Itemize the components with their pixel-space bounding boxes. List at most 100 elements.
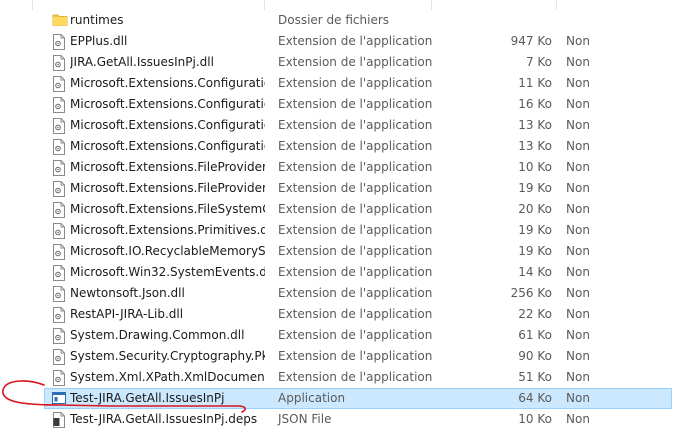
folder-icon [52, 13, 68, 29]
file-size: 947 Ko [510, 34, 552, 48]
file-type: Application [278, 391, 346, 405]
file-size: 20 Ko [518, 202, 552, 216]
file-availability: Non [566, 328, 590, 342]
file-type: Extension de l'application [278, 55, 433, 69]
file-name: Microsoft.Win32.SystemEvents.dll [70, 265, 265, 279]
file-row[interactable]: Newtonsoft.Json.dll Extension de l'applic… [0, 283, 674, 304]
dll-file-icon [52, 202, 66, 218]
file-row[interactable]: Test-JIRA.GetAll.IssuesInPj Application 64… [0, 388, 674, 409]
dll-file-icon [52, 286, 66, 302]
file-size: 22 Ko [518, 307, 552, 321]
file-availability: Non [566, 265, 590, 279]
file-name: System.Drawing.Common.dll [70, 328, 245, 342]
file-name: runtimes [70, 13, 124, 27]
file-availability: Non [566, 412, 590, 426]
file-name: RestAPI-JIRA-Lib.dll [70, 307, 184, 321]
file-availability: Non [566, 181, 590, 195]
file-availability: Non [566, 139, 590, 153]
file-name: JIRA.GetAll.IssuesInPj.dll [70, 55, 214, 69]
file-name: Microsoft.Extensions.FileProviders.... [70, 181, 265, 195]
dll-file-icon [52, 328, 66, 344]
file-row[interactable]: Microsoft.Extensions.FileProviders.... Ex… [0, 157, 674, 178]
file-size: 11 Ko [518, 76, 552, 90]
file-type: Extension de l'application [278, 370, 433, 384]
file-row[interactable]: RestAPI-JIRA-Lib.dll Extension de l'appli… [0, 304, 674, 325]
column-divider [556, 0, 557, 10]
file-availability: Non [566, 307, 590, 321]
application-icon [52, 391, 66, 407]
dll-file-icon [52, 223, 66, 239]
file-list: runtimes Dossier de fichiers EPPlus.dll Ext… [0, 10, 674, 430]
file-name: System.Xml.XPath.XmlDocument.dll [70, 370, 265, 384]
file-availability: Non [566, 244, 590, 258]
file-row[interactable]: Microsoft.Extensions.FileSystemGl... Exte… [0, 199, 674, 220]
file-availability: Non [566, 97, 590, 111]
file-type: Extension de l'application [278, 328, 433, 342]
dll-file-icon [52, 370, 66, 386]
file-size: 19 Ko [518, 223, 552, 237]
file-row[interactable]: EPPlus.dll Extension de l'application 947 … [0, 31, 674, 52]
file-type: Extension de l'application [278, 34, 433, 48]
file-size: 19 Ko [518, 181, 552, 195]
file-availability: Non [566, 286, 590, 300]
file-row[interactable]: System.Drawing.Common.dll Extension de l'… [0, 325, 674, 346]
file-row[interactable]: runtimes Dossier de fichiers [0, 10, 674, 31]
file-availability: Non [566, 370, 590, 384]
file-size: 51 Ko [518, 370, 552, 384]
dll-file-icon [52, 307, 66, 323]
column-header-edge [0, 0, 674, 10]
json-file-icon [52, 412, 66, 428]
dll-file-icon [52, 118, 66, 134]
file-availability: Non [566, 55, 590, 69]
file-availability: Non [566, 202, 590, 216]
file-row[interactable]: System.Security.Cryptography.Pkc... Exten… [0, 346, 674, 367]
file-type: Extension de l'application [278, 349, 433, 363]
file-row[interactable]: System.Xml.XPath.XmlDocument.dll Extensio… [0, 367, 674, 388]
file-availability: Non [566, 349, 590, 363]
file-size: 10 Ko [518, 160, 552, 174]
file-type: Extension de l'application [278, 202, 433, 216]
file-row[interactable]: Microsoft.Extensions.FileProviders.... Ex… [0, 178, 674, 199]
file-type: Extension de l'application [278, 181, 433, 195]
file-size: 64 Ko [518, 391, 552, 405]
dll-file-icon [52, 97, 66, 113]
file-type: Extension de l'application [278, 118, 433, 132]
file-type: Extension de l'application [278, 76, 433, 90]
column-divider [431, 0, 432, 10]
file-row[interactable]: Microsoft.Win32.SystemEvents.dll Extensio… [0, 262, 674, 283]
file-name: Test-JIRA.GetAll.IssuesInPj.deps [70, 412, 258, 426]
dll-file-icon [52, 160, 66, 176]
dll-file-icon [52, 76, 66, 92]
dll-file-icon [52, 349, 66, 365]
file-type: Extension de l'application [278, 223, 433, 237]
file-row[interactable]: Microsoft.Extensions.Primitives.dll Exten… [0, 220, 674, 241]
file-size: 90 Ko [518, 349, 552, 363]
dll-file-icon [52, 181, 66, 197]
file-type: Extension de l'application [278, 307, 433, 321]
file-row[interactable]: Microsoft.IO.RecyclableMemoryStr... Exten… [0, 241, 674, 262]
file-size: 16 Ko [518, 97, 552, 111]
file-name: Microsoft.Extensions.Configuratio... [70, 118, 265, 132]
file-name: System.Security.Cryptography.Pkc... [70, 349, 265, 363]
file-size: 19 Ko [518, 244, 552, 258]
file-name: Newtonsoft.Json.dll [70, 286, 185, 300]
dll-file-icon [52, 34, 66, 50]
dll-file-icon [52, 265, 66, 281]
file-row[interactable]: Microsoft.Extensions.Configuratio... Exte… [0, 73, 674, 94]
dll-file-icon [52, 244, 66, 260]
file-row[interactable]: Microsoft.Extensions.Configuratio... Exte… [0, 115, 674, 136]
file-availability: Non [566, 160, 590, 174]
file-row[interactable]: Microsoft.Extensions.Configuratio... Exte… [0, 136, 674, 157]
file-row[interactable]: Microsoft.Extensions.Configuratio... Exte… [0, 94, 674, 115]
file-row[interactable]: Test-JIRA.GetAll.IssuesInPj.deps JSON Fil… [0, 409, 674, 430]
file-size: 7 Ko [525, 55, 552, 69]
file-size: 13 Ko [518, 118, 552, 132]
file-size: 61 Ko [518, 328, 552, 342]
file-type: Extension de l'application [278, 265, 433, 279]
dll-file-icon [52, 55, 66, 71]
file-availability: Non [566, 118, 590, 132]
file-name: Microsoft.Extensions.FileProviders.... [70, 160, 265, 174]
file-row[interactable]: JIRA.GetAll.IssuesInPj.dll Extension de l… [0, 52, 674, 73]
file-availability: Non [566, 223, 590, 237]
file-name: Microsoft.IO.RecyclableMemoryStr... [70, 244, 265, 258]
